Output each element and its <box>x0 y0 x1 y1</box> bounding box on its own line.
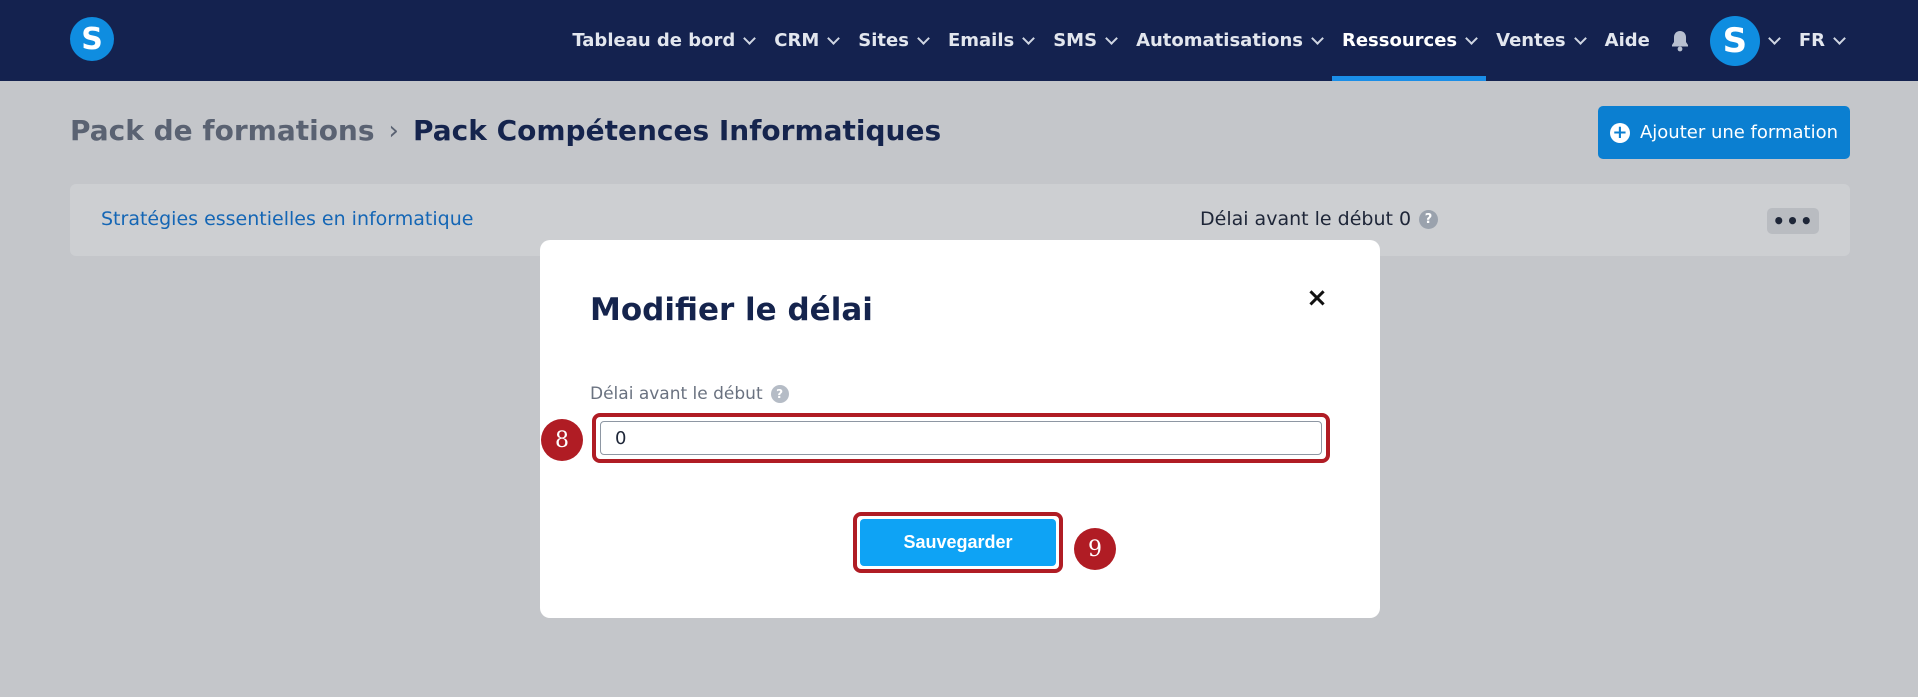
nav-item-ventes[interactable]: Ventes <box>1486 0 1595 81</box>
nav-item-label: Sites <box>858 30 909 51</box>
step-badge-9: 9 <box>1074 528 1116 570</box>
chevron-down-icon <box>1767 32 1781 45</box>
nav-item-ressources[interactable]: Ressources <box>1331 0 1487 81</box>
nav-item-sms[interactable]: SMS <box>1043 0 1126 81</box>
breadcrumb: Pack de formations › Pack Compétences In… <box>70 114 941 147</box>
chevron-down-icon <box>1311 32 1324 45</box>
top-navbar: S Tableau de bord CRM Sites Emails SMS Automa… <box>0 0 1918 81</box>
modal-title: Modifier le délai <box>590 292 873 328</box>
nav-item-label: Ventes <box>1496 30 1566 51</box>
breadcrumb-parent[interactable]: Pack de formations <box>70 114 375 147</box>
chevron-down-icon <box>827 32 841 45</box>
nav-item-label: Tableau de bord <box>572 30 736 51</box>
nav-item-label: CRM <box>774 30 820 51</box>
nav-item-label: Emails <box>947 30 1015 51</box>
main-nav: Tableau de bord CRM Sites Emails SMS Automati… <box>562 0 1854 81</box>
chevron-down-icon <box>917 32 930 45</box>
formation-delay: Délai avant le début 0 ? <box>1200 208 1439 230</box>
nav-item-crm[interactable]: CRM <box>764 0 848 81</box>
chevron-down-icon <box>1022 32 1036 45</box>
chevron-down-icon <box>1105 32 1118 45</box>
edit-delay-modal: Modifier le délai × Délai avant le début… <box>540 240 1380 618</box>
breadcrumb-separator-icon: › <box>388 115 399 146</box>
step-badge-8: 8 <box>541 419 583 461</box>
delay-field-label: Délai avant le début ? <box>590 384 789 404</box>
nav-item-label: Ressources <box>1341 30 1458 51</box>
chevron-down-icon <box>1573 32 1587 45</box>
formation-delay-text: Délai avant le début 0 <box>1200 208 1412 230</box>
nav-item-label: Automatisations <box>1136 30 1303 51</box>
add-formation-label: Ajouter une formation <box>1639 122 1839 143</box>
bell-icon[interactable] <box>1660 0 1700 81</box>
more-options-button[interactable]: ••• <box>1767 208 1819 234</box>
close-icon[interactable]: × <box>1305 285 1329 311</box>
help-icon[interactable]: ? <box>1419 209 1439 229</box>
nav-item-label: SMS <box>1053 30 1098 51</box>
help-icon[interactable]: ? <box>770 385 789 403</box>
nav-item-tableau-de-bord[interactable]: Tableau de bord <box>562 0 764 81</box>
save-button[interactable]: Sauvegarder <box>860 519 1056 566</box>
app-logo[interactable]: S <box>70 17 114 61</box>
input-highlight: 0 <box>592 413 1330 463</box>
language-label: FR <box>1798 30 1825 51</box>
chevron-down-icon <box>743 32 757 45</box>
formation-link[interactable]: Stratégies essentielles en informatique <box>101 208 473 230</box>
chevron-down-icon <box>1465 32 1479 45</box>
avatar[interactable]: S <box>1709 15 1760 66</box>
chevron-down-icon <box>1833 32 1846 45</box>
nav-item-emails[interactable]: Emails <box>938 0 1043 81</box>
add-formation-button[interactable]: + Ajouter une formation <box>1598 106 1850 159</box>
save-highlight: Sauvegarder <box>853 512 1063 573</box>
nav-item-sites[interactable]: Sites <box>848 0 938 81</box>
nav-item-aide[interactable]: Aide <box>1595 0 1660 81</box>
page-title: Pack Compétences Informatiques <box>412 114 942 147</box>
plus-circle-icon: + <box>1609 122 1630 143</box>
delay-field-label-text: Délai avant le début <box>590 384 763 404</box>
delay-input[interactable]: 0 <box>600 421 1322 455</box>
user-menu[interactable]: S <box>1700 0 1789 81</box>
nav-item-label: Aide <box>1604 30 1650 51</box>
language-selector[interactable]: FR <box>1789 0 1854 81</box>
nav-item-automatisations[interactable]: Automatisations <box>1126 0 1332 81</box>
